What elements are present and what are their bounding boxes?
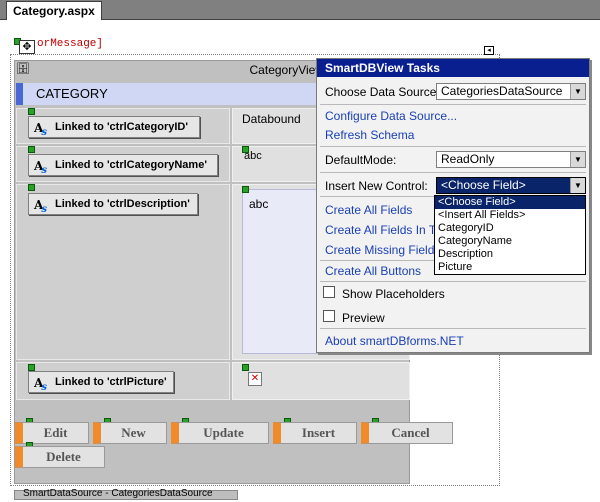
smart-tag-marker: [28, 146, 35, 153]
divider: [320, 172, 586, 173]
linked-button-category-id[interactable]: As Linked to 'ctrlCategoryID': [28, 116, 200, 138]
broken-image-icon: ✕: [248, 372, 262, 386]
linked-button-category-name[interactable]: As Linked to 'ctrlCategoryName': [28, 154, 218, 176]
dropdown-option[interactable]: <Choose Field>: [435, 196, 585, 209]
description-value: abc: [249, 197, 269, 211]
dropdown-option[interactable]: CategoryID: [435, 222, 585, 235]
show-placeholders-checkbox[interactable]: [323, 286, 335, 298]
create-all-fields-link[interactable]: Create All Fields: [325, 203, 412, 217]
chevron-down-icon[interactable]: ▼: [570, 152, 585, 167]
document-tab[interactable]: Category.aspx: [6, 1, 102, 20]
linked-field-icon: As: [34, 198, 47, 215]
divider: [320, 328, 586, 329]
divider: [320, 146, 586, 147]
update-button[interactable]: Update: [171, 422, 269, 444]
chevron-down-icon[interactable]: ▼: [570, 84, 585, 99]
smart-tag-marker: [242, 364, 249, 371]
smart-tag-marker: [28, 364, 35, 371]
dropdown-option[interactable]: <Insert All Fields>: [435, 209, 585, 222]
preview-label: Preview: [342, 311, 385, 325]
linked-button-description[interactable]: As Linked to 'ctrlDescription': [28, 193, 198, 215]
configure-data-source-link[interactable]: Configure Data Source...: [325, 109, 457, 123]
insert-button[interactable]: Insert: [273, 422, 357, 444]
create-missing-fields-link[interactable]: Create Missing Fields: [325, 243, 440, 257]
create-all-fields-in-tab-link[interactable]: Create All Fields In Tab: [325, 223, 448, 237]
divider: [320, 281, 586, 282]
tasks-title: SmartDBView Tasks: [317, 59, 589, 77]
edit-button[interactable]: Edit: [15, 422, 89, 444]
create-all-buttons-link[interactable]: Create All Buttons: [325, 264, 421, 278]
linked-field-icon: As: [34, 121, 47, 138]
move-handle-icon[interactable]: ✥: [19, 40, 35, 54]
error-message-label: orMessage]: [37, 38, 104, 50]
linked-field-icon: As: [34, 159, 47, 176]
dropdown-option[interactable]: Description: [435, 248, 585, 261]
data-source-label: Choose Data Source:: [325, 85, 440, 99]
insert-control-label: Insert New Control:: [325, 179, 428, 193]
new-button[interactable]: New: [93, 422, 167, 444]
smart-tag-marker: [28, 184, 35, 191]
data-source-component[interactable]: SmartDataSource - CategoriesDataSource: [14, 488, 238, 500]
databound-text: Databound: [242, 112, 301, 126]
preview-checkbox[interactable]: [323, 310, 335, 322]
smart-tag-marker: [242, 186, 249, 193]
category-name-value: abc: [244, 150, 262, 162]
about-link[interactable]: About smartDBforms.NET: [325, 334, 464, 348]
header-text: CATEGORY: [36, 86, 108, 101]
chevron-down-icon[interactable]: ▼: [570, 178, 585, 193]
insert-control-dropdown-list[interactable]: <Choose Field> <Insert All Fields> Categ…: [434, 195, 586, 275]
default-mode-label: DefaultMode:: [325, 153, 397, 167]
default-mode-select[interactable]: ReadOnly ▼: [436, 151, 586, 168]
cancel-button[interactable]: Cancel: [361, 422, 453, 444]
refresh-schema-link[interactable]: Refresh Schema: [325, 128, 414, 142]
dropdown-option[interactable]: Picture: [435, 261, 585, 274]
smart-tag-arrow-icon[interactable]: ◂: [484, 46, 494, 55]
dropdown-option[interactable]: CategoryName: [435, 235, 585, 248]
smart-tag-marker: [28, 108, 35, 115]
divider: [320, 104, 586, 105]
linked-field-icon: As: [34, 376, 47, 393]
show-placeholders-label: Show Placeholders: [342, 287, 445, 301]
data-source-select[interactable]: CategoriesDataSource ▼: [436, 83, 586, 100]
insert-control-select[interactable]: <Choose Field> ▼: [436, 177, 586, 194]
linked-button-picture[interactable]: As Linked to 'ctrlPicture': [28, 371, 174, 393]
delete-button[interactable]: Delete: [15, 446, 105, 468]
